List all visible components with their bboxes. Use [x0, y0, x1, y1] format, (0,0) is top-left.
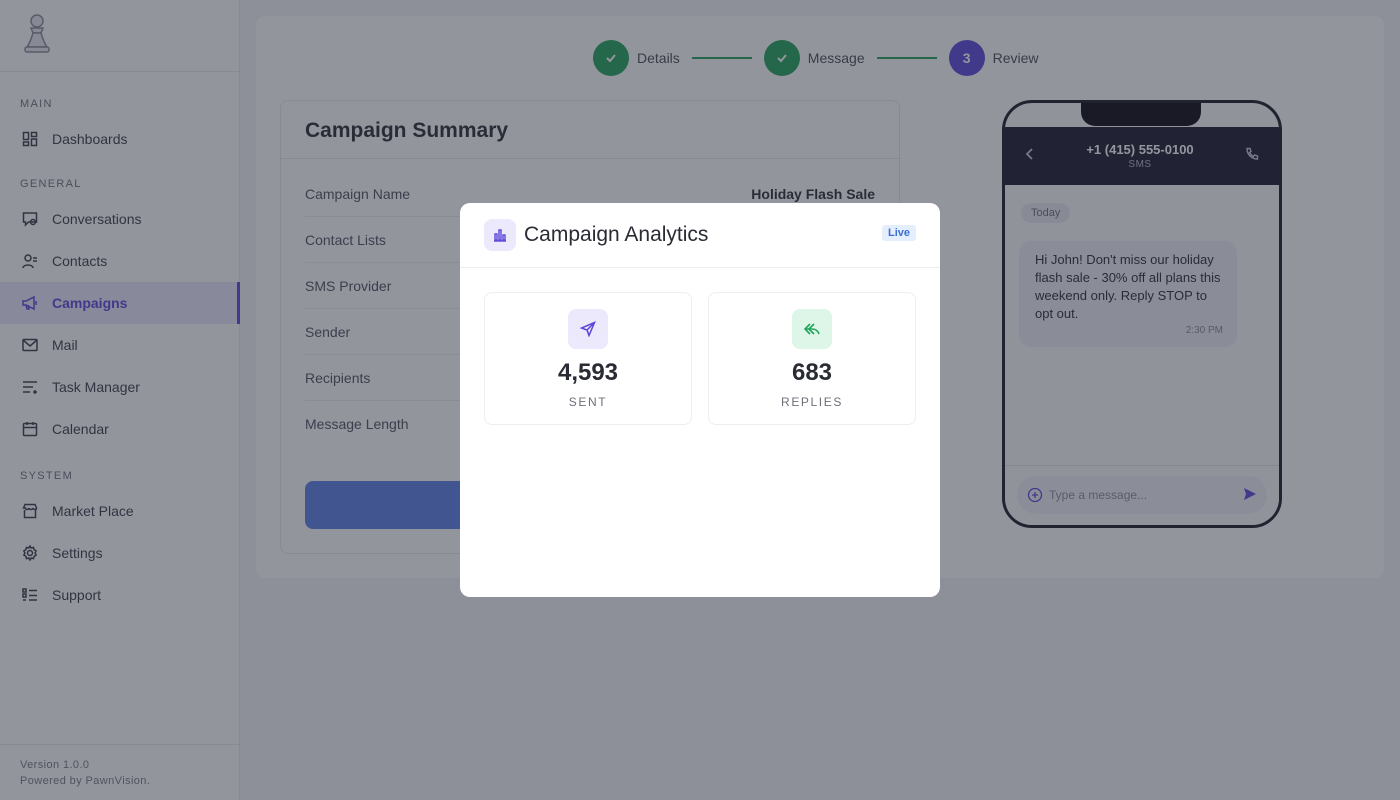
live-badge: Live — [881, 225, 916, 241]
stat-label: REPLIES — [781, 395, 843, 409]
send-icon — [568, 309, 608, 349]
phone-notch — [1081, 103, 1201, 126]
stat-value: 4,593 — [557, 359, 619, 386]
stat-card-sent: 4,593 SENT — [484, 292, 692, 425]
modal-title: Campaign Analytics — [524, 223, 709, 246]
modal-header: Campaign Analytics Live — [460, 203, 940, 268]
stats-row: 4,593 SENT 683 REPLIES — [484, 292, 916, 425]
campaign-analytics-modal: Campaign Analytics Live 4,593 SENT 683 R… — [460, 203, 940, 597]
reply-icon — [792, 309, 832, 349]
stat-label: SENT — [568, 395, 608, 409]
bar-chart-icon — [484, 219, 516, 251]
stat-card-replies: 683 REPLIES — [708, 292, 916, 425]
stat-value: 683 — [791, 359, 833, 386]
